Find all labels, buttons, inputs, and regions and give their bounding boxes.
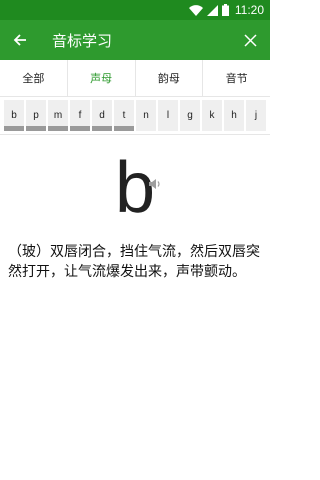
letter-button[interactable]: f: [70, 100, 90, 131]
battery-icon: [221, 4, 229, 16]
divider: [0, 134, 270, 135]
letter-button[interactable]: g: [180, 100, 200, 131]
letter-button[interactable]: p: [26, 100, 46, 131]
page-title: 音标学习: [52, 31, 113, 50]
current-letter: b: [114, 148, 156, 228]
letter-button[interactable]: n: [136, 100, 156, 131]
close-icon[interactable]: [230, 20, 270, 60]
letter-button[interactable]: t: [114, 100, 134, 131]
letter-button[interactable]: l: [158, 100, 178, 131]
signal-icon: [206, 4, 218, 16]
app-bar: 音标学习: [0, 20, 270, 60]
speaker-icon[interactable]: [148, 177, 162, 191]
category-tabs: 全部 声母 韵母 音节: [0, 60, 270, 97]
letter-button[interactable]: h: [224, 100, 244, 131]
wifi-icon: [188, 4, 203, 16]
status-bar: 11:20: [0, 0, 270, 20]
tab-initials[interactable]: 声母: [68, 60, 136, 96]
tab-finals[interactable]: 韵母: [136, 60, 204, 96]
letter-button[interactable]: b: [4, 100, 24, 131]
letter-button[interactable]: j: [246, 100, 266, 131]
pronunciation-description: （玻）双唇闭合，挡住气流，然后双唇突然打开，让气流爆发出来，声带颤动。: [8, 244, 260, 280]
tab-syllables[interactable]: 音节: [203, 60, 270, 96]
back-arrow-icon[interactable]: [0, 20, 40, 60]
status-time: 11:20: [234, 3, 264, 17]
letter-button[interactable]: m: [48, 100, 68, 131]
tab-all[interactable]: 全部: [0, 60, 68, 96]
letter-button[interactable]: d: [92, 100, 112, 131]
letter-selector: b p m f d t n l g k h j: [0, 100, 270, 131]
letter-button[interactable]: k: [202, 100, 222, 131]
